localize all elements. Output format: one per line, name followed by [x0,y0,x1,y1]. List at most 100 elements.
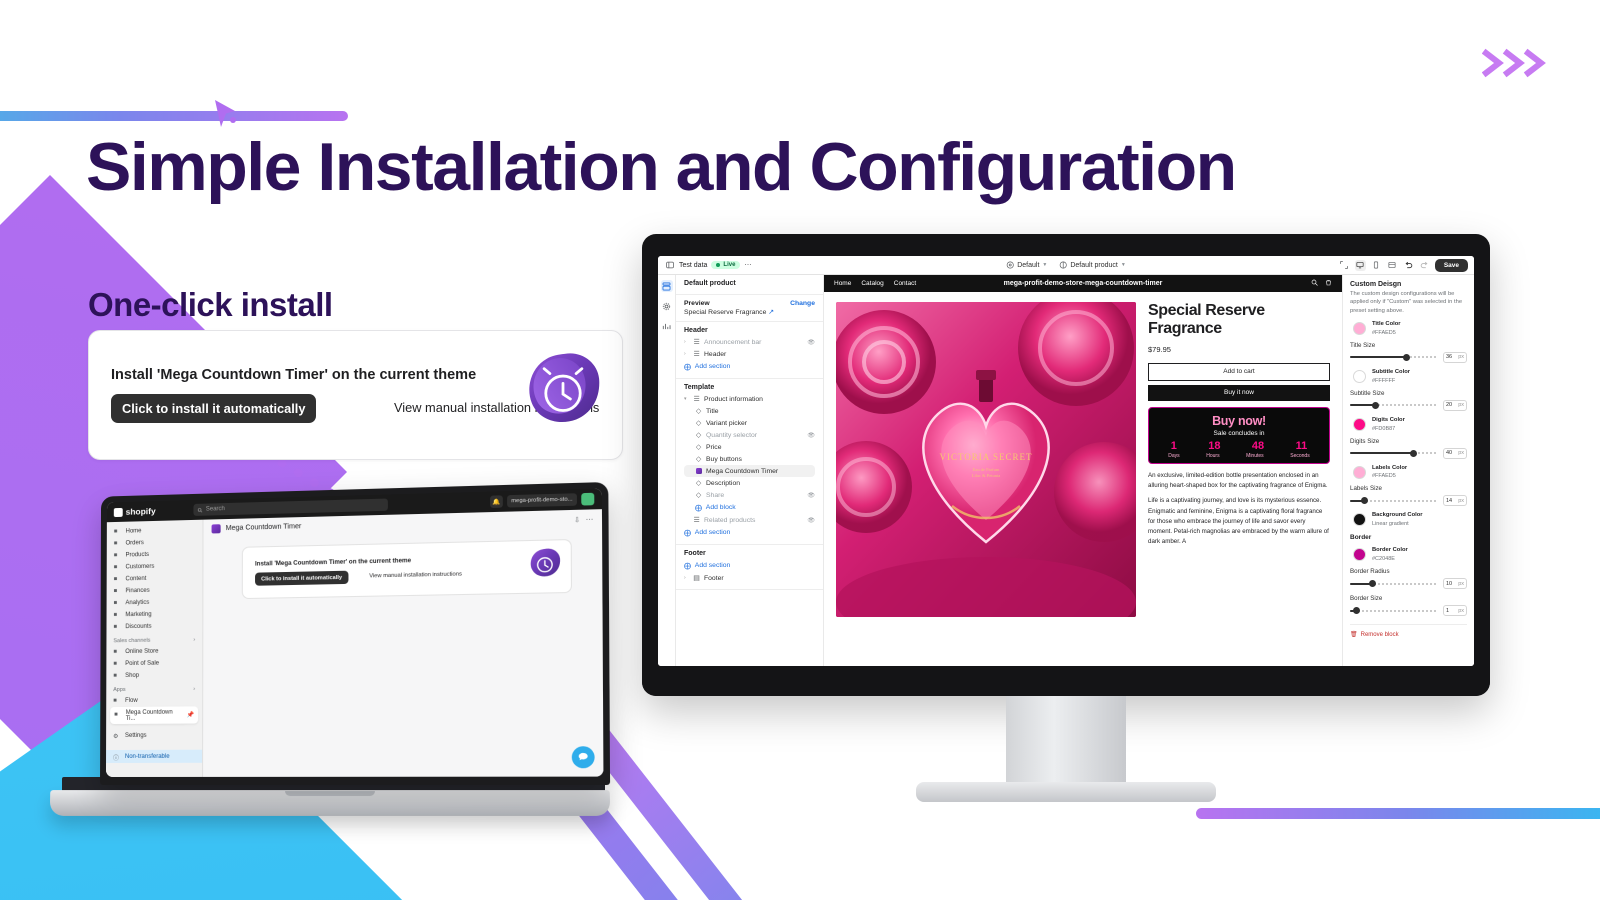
digits-color-swatch[interactable] [1353,417,1366,431]
section-related-products[interactable]: ☰ Related products 👁 [684,514,815,526]
subtitle-color-row[interactable]: Subtitle Color #FFFFFF [1350,369,1467,384]
block-mega-countdown-timer[interactable]: Mega Countdown Timer [684,465,815,477]
sections-icon[interactable] [660,280,673,292]
block-description[interactable]: ◇ Description [684,477,815,489]
save-button[interactable]: Save [1434,258,1468,272]
more-dots-icon[interactable]: ⋯ [744,261,751,269]
search-input[interactable]: Search [193,498,389,516]
notifications-bell-icon[interactable]: 🔔 [489,495,503,509]
subtitle-color-swatch[interactable] [1353,369,1366,383]
change-preview-link[interactable]: Change [790,300,815,307]
hidden-eye-icon[interactable]: 👁 [807,339,815,346]
hidden-eye-icon[interactable]: 👁 [807,432,815,439]
add-block-button[interactable]: ⨁ Add block [684,501,815,514]
border-color-swatch[interactable] [1353,548,1366,562]
store-nav-catalog[interactable]: Catalog [861,280,883,287]
title-color-row[interactable]: Title Color #FFAED5 [1350,321,1467,336]
subtitle-size-slider[interactable]: 20 px [1350,399,1467,411]
add-section-button-1[interactable]: ⨁ Add section [684,360,815,373]
sidebar-item-label: Products [125,551,150,559]
sidebar-item-settings[interactable]: ⚙ Settings [106,730,202,743]
subtitle-size-value-box[interactable]: 20 px [1443,399,1467,411]
title-color-swatch[interactable] [1353,322,1366,336]
title-size-slider[interactable]: 36 px [1350,351,1467,363]
section-header[interactable]: › ☰ Header [684,348,815,360]
theme-selector[interactable]: Default ▼ [1006,261,1047,269]
store-nav-contact[interactable]: Contact [894,280,916,287]
store-nav-home[interactable]: Home [834,280,851,287]
svg-text:Eau de Parfum: Eau de Parfum [973,467,1000,472]
product-image[interactable]: VICTORIA SECRET Eau de Parfum Lilac & Pe… [836,302,1136,617]
block-quantity-selector[interactable]: ◇ Quantity selector 👁 [684,429,815,441]
block-price[interactable]: ◇ Price [684,441,815,453]
border-radius-slider[interactable]: 10 px [1350,578,1467,590]
hidden-eye-icon[interactable]: 👁 [807,492,815,499]
labels-size-value-box[interactable]: 14 px [1443,495,1467,507]
laptop-install-button[interactable]: Click to install it automatically [255,570,349,586]
labels-color-row[interactable]: Labels Color #FFAED5 [1350,465,1467,479]
block-variant-picker[interactable]: ◇ Variant picker [684,417,815,429]
undo-icon[interactable] [1403,260,1414,271]
cart-icon[interactable] [1325,279,1332,288]
fullscreen-icon[interactable] [1387,260,1398,271]
block-icon: ◇ [695,420,702,427]
preview-section: Preview Change Special Reserve Fragrance… [676,295,823,322]
buy-it-now-button[interactable]: Buy it now [1148,384,1330,401]
apps-icon[interactable] [661,320,673,332]
mobile-icon[interactable] [1371,260,1382,271]
app-icon: ■ [114,711,118,719]
add-to-cart-button[interactable]: Add to cart [1148,362,1330,381]
resize-icon[interactable] [1339,260,1350,271]
labels-size-slider[interactable]: 14 px [1350,495,1467,507]
title-size-value-box[interactable]: 36 px [1443,351,1467,363]
desktop-icon[interactable] [1354,259,1366,271]
sidebar-item-mega-countdown-timer[interactable]: ■ Mega Countdown Ti... 📌 [110,706,199,725]
footer-group: Footer ⨁ Add section › ▤ Footer [676,545,823,590]
pin-icon[interactable]: 📌 [187,711,195,718]
border-radius-value-box[interactable]: 10 px [1443,578,1467,590]
store-switcher[interactable]: mega-profit-demo-sto... [506,493,577,508]
template-selector[interactable]: Default product ▼ [1059,261,1126,269]
more-dots-icon[interactable]: ⋯ [586,515,594,523]
avatar[interactable] [581,492,595,506]
background-color-row[interactable]: Background Color Linear gradient [1350,512,1467,527]
exit-icon[interactable] [664,260,675,271]
countdown-subtitle: Sale concludes in [1213,429,1265,437]
digits-size-value-box[interactable]: 40 px [1443,447,1467,459]
border-color-row[interactable]: Border Color #C2048E [1350,547,1467,562]
add-section-button-2[interactable]: ⨁ Add section [684,526,815,539]
install-automatically-button[interactable]: Click to install it automatically [111,394,317,423]
section-announcement-bar[interactable]: › ☰ Announcement bar 👁 [684,336,815,348]
block-buy-buttons[interactable]: ◇ Buy buttons [684,453,815,465]
labels-color-swatch[interactable] [1353,465,1366,479]
hidden-eye-icon[interactable]: 👁 [807,517,815,524]
countdown-timer-block[interactable]: Buy now! Sale concludes in 1 18 48 11 Days H… [1148,406,1330,464]
shop-icon: ■ [113,672,117,679]
laptop-manual-link[interactable]: View manual installation instructions [369,571,462,579]
sidebar-item-shop[interactable]: ■ Shop [106,669,202,682]
chat-bubble-icon[interactable] [571,746,595,769]
search-icon[interactable] [1311,279,1318,288]
background-color-swatch[interactable] [1353,513,1366,527]
block-share[interactable]: ◇ Share 👁 [684,489,815,501]
digits-color-row[interactable]: Digits Color #FD0B87 [1350,417,1467,432]
external-link-icon[interactable]: ↗ [768,309,774,316]
sidebar-item-point-of-sale[interactable]: ■ Point of Sale [106,657,202,670]
alarm-clock-blob-icon [528,546,563,580]
sidebar-item-flow[interactable]: ■ Flow [106,694,202,707]
block-title[interactable]: ◇ Title [684,405,815,417]
block-settings-panel: Custom Deisgn The custom design configur… [1342,275,1474,666]
border-size-value-box[interactable]: 1 px [1443,605,1467,617]
add-section-button-3[interactable]: ⨁ Add section [684,559,815,572]
section-product-information[interactable]: ▾ ☰ Product information [684,393,815,405]
share-icon[interactable]: ⇩ [574,515,580,523]
border-size-slider[interactable]: 1 px [1350,605,1467,617]
section-footer[interactable]: › ▤ Footer [684,572,815,584]
settings-gear-icon[interactable] [661,300,673,312]
settings-note: The custom design configurations will be… [1350,291,1463,314]
border-radius-label: Border Radius [1350,568,1390,576]
unit-px-1: px [1458,354,1464,361]
remove-block-button[interactable]: 🗑 Remove block [1350,624,1467,638]
non-transferable-banner[interactable]: ⓘ Non-transferable [106,749,203,764]
digits-size-slider[interactable]: 40 px [1350,447,1467,459]
